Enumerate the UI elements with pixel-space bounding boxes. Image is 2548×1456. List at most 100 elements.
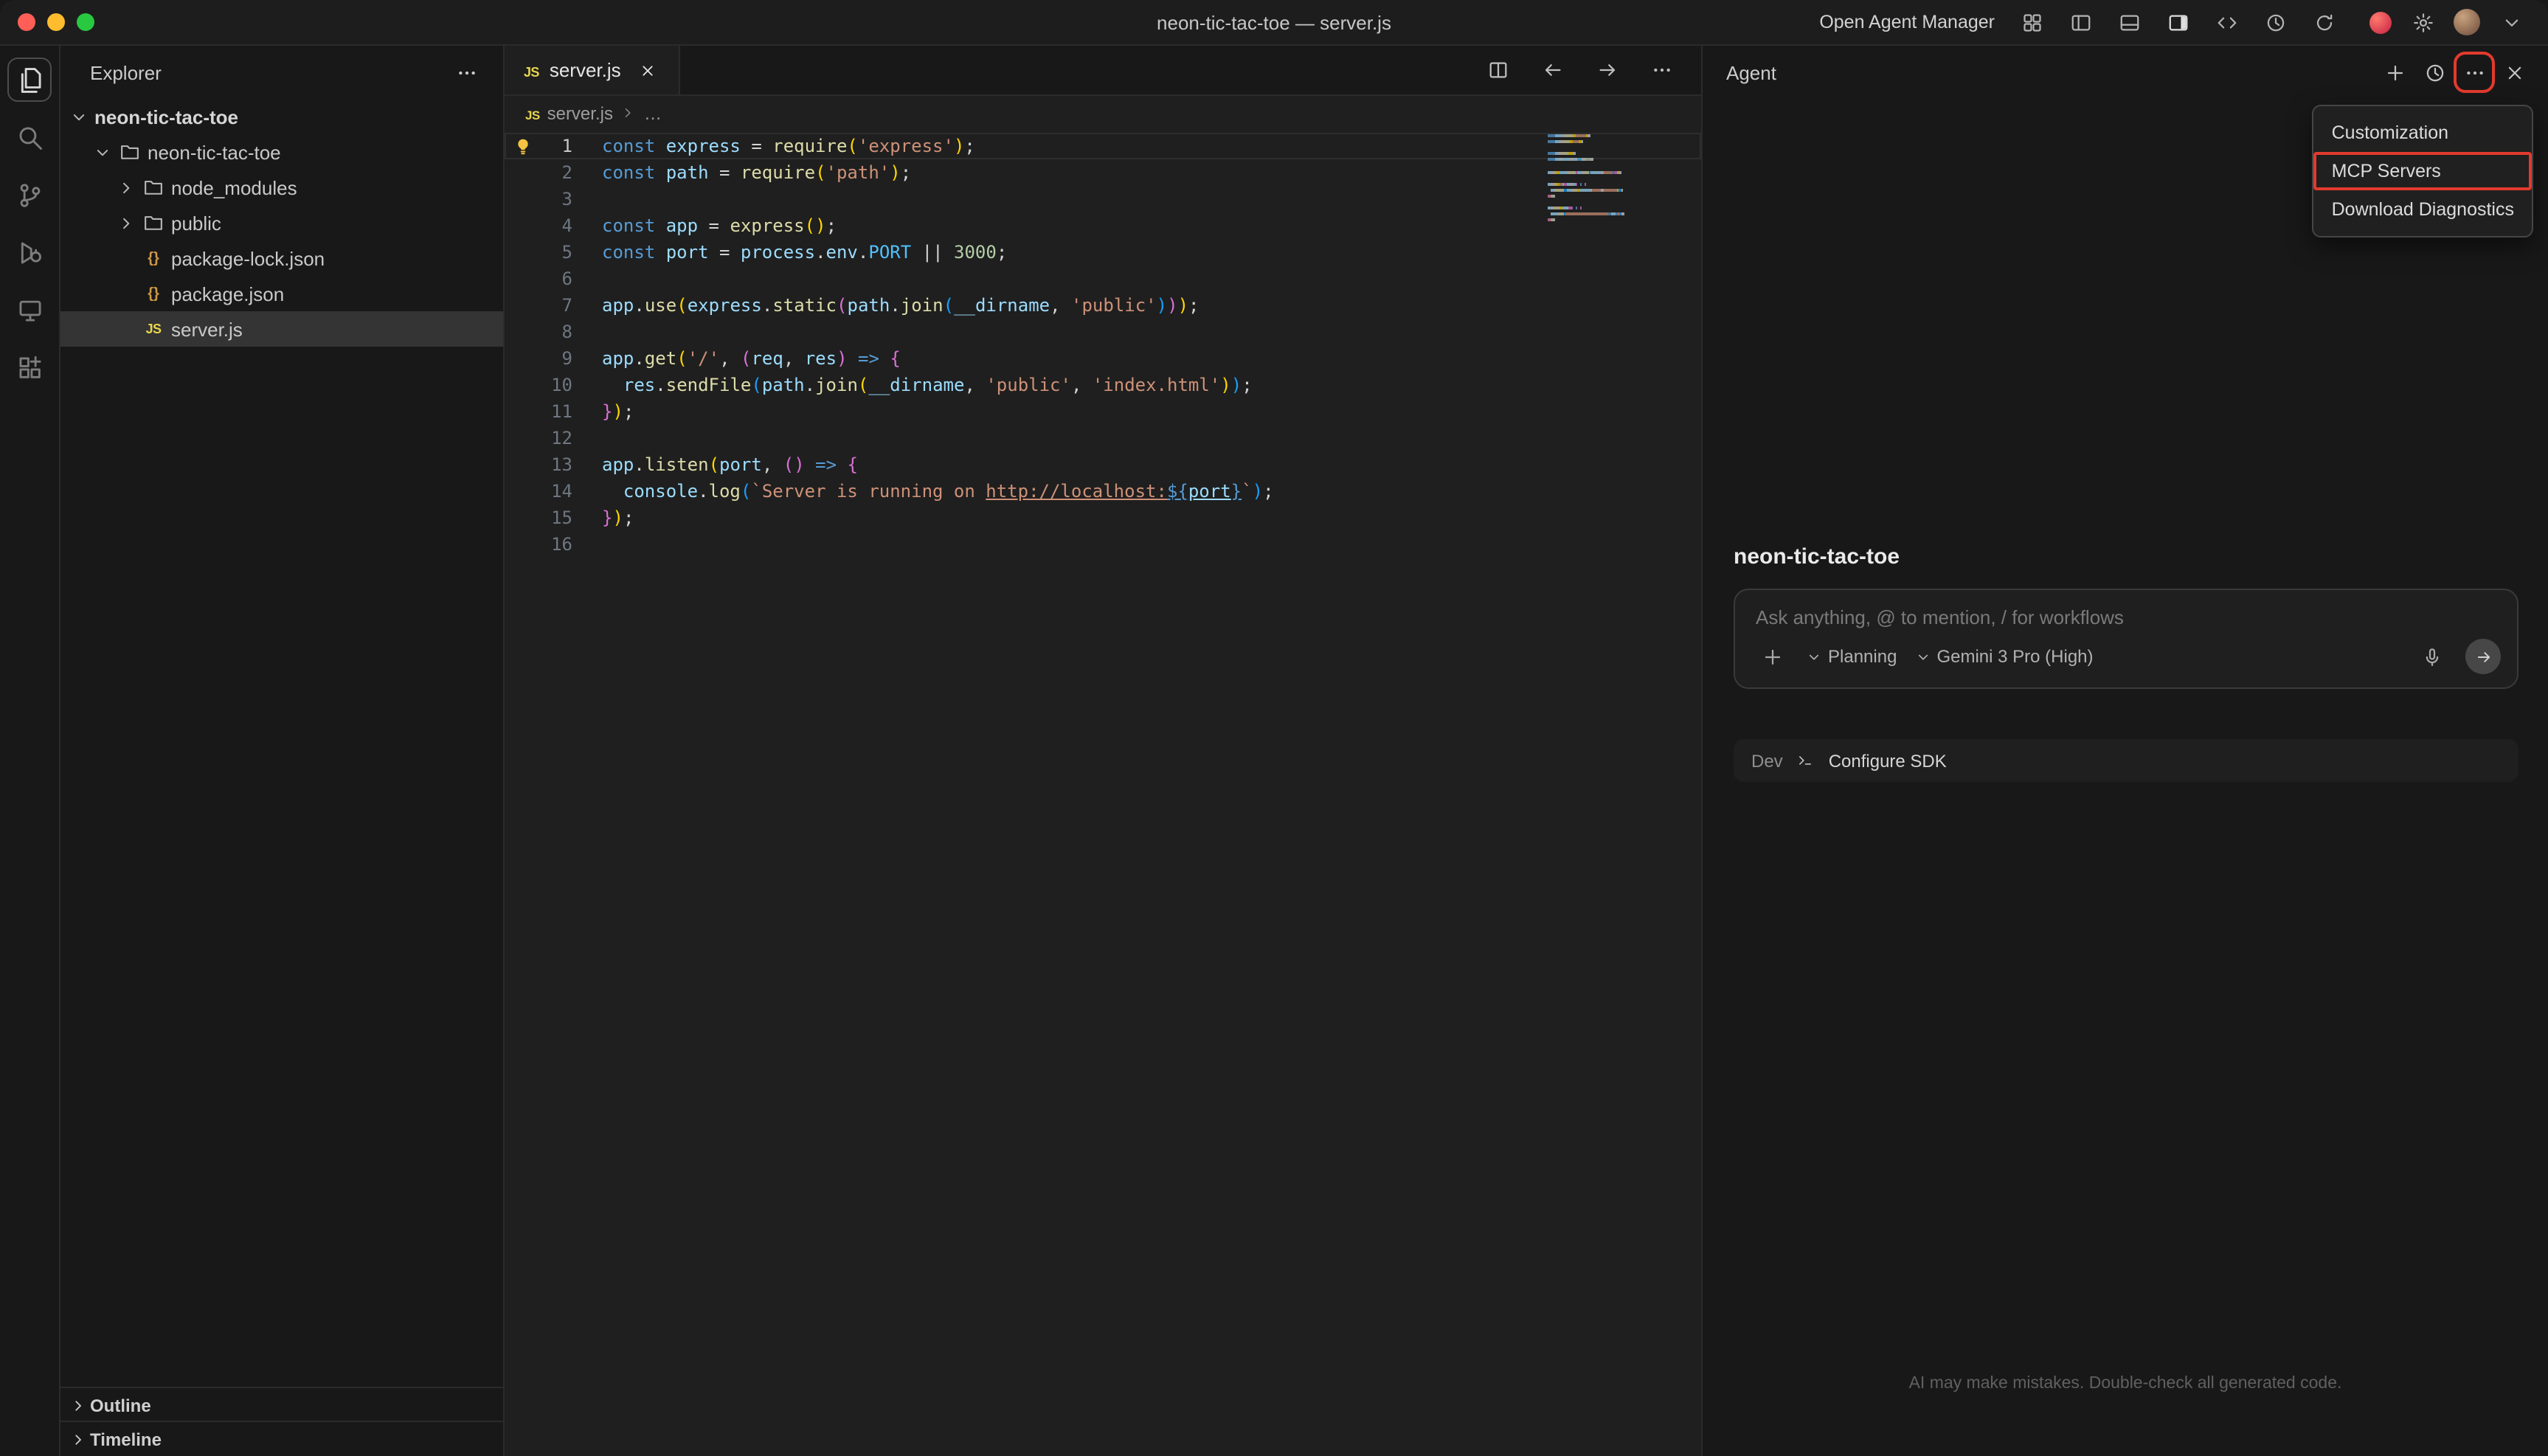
breadcrumb-file[interactable]: server.js [547, 103, 613, 123]
tree-item-label: package.json [171, 282, 284, 305]
minimize-window-button[interactable] [47, 13, 65, 31]
menu-item-download-diagnostics[interactable]: Download Diagnostics [2314, 190, 2532, 229]
code-line-6[interactable]: 6 [505, 266, 1701, 292]
code-line-13[interactable]: 13app.listen(port, () => { [505, 451, 1701, 478]
minimap-line [1548, 146, 1645, 149]
agent-more-actions-button[interactable] [2458, 56, 2490, 89]
send-button[interactable] [2465, 639, 2501, 674]
editor-more-actions-button[interactable] [1645, 54, 1678, 86]
activity-bar-run-and-debug[interactable] [7, 230, 52, 274]
breadcrumb-more[interactable]: … [644, 103, 662, 123]
folder-icon [139, 212, 168, 233]
chat-composer[interactable]: Ask anything, @ to mention, / for workfl… [1734, 589, 2518, 689]
panel-bottom-icon[interactable] [2113, 6, 2145, 38]
model-selector-label: Gemini 3 Pro (High) [1936, 646, 2093, 667]
json-file-icon: {} [139, 250, 168, 266]
chat-history-button[interactable] [2418, 56, 2451, 89]
code-line-11[interactable]: 11}); [505, 398, 1701, 425]
chevron-down-icon[interactable] [2495, 6, 2527, 38]
breadcrumb[interactable]: JS server.js … [505, 96, 1701, 130]
activity-bar-extensions[interactable] [7, 345, 52, 389]
section-outline[interactable]: Outline [60, 1387, 503, 1422]
new-chat-button[interactable] [2378, 56, 2411, 89]
code-line-16[interactable]: 16 [505, 531, 1701, 558]
code-line-15[interactable]: 15}); [505, 505, 1701, 531]
composer-controls: Planning Gemini 3 Pro (High) [1756, 639, 2501, 674]
chevron-right-icon [114, 213, 139, 232]
agent-panel-title: Agent [1726, 61, 1776, 83]
minimap-line [1548, 225, 1645, 228]
agent-header-actions [2378, 56, 2530, 89]
refresh-icon[interactable] [2308, 6, 2340, 38]
tree-item-label: neon-tic-tac-toe [148, 141, 281, 163]
close-tab-button[interactable] [631, 54, 664, 86]
split-editor-button[interactable] [1481, 54, 1514, 86]
panel-left-icon[interactable] [2064, 6, 2097, 38]
explorer-more-actions-button[interactable] [450, 56, 482, 89]
code-icon[interactable] [2210, 6, 2243, 38]
folder-icon [139, 177, 168, 198]
navigate-back-button[interactable] [1536, 54, 1568, 86]
activity-bar-explorer[interactable] [7, 58, 52, 102]
panel-right-icon[interactable] [2161, 6, 2194, 38]
file-tree: neon-tic-tac-toe neon-tic-tac-toe node_mod… [60, 99, 503, 347]
menu-item-customization[interactable]: Customization [2314, 114, 2532, 152]
close-window-button[interactable] [18, 13, 35, 31]
minimap[interactable] [1548, 134, 1645, 231]
activity-bar-search[interactable] [7, 115, 52, 159]
code-line-9[interactable]: 9app.get('/', (req, res) => { [505, 345, 1701, 372]
tab-server-js[interactable]: JS server.js [505, 46, 680, 94]
code-line-10[interactable]: 10 res.sendFile(path.join(__dirname, 'pu… [505, 372, 1701, 398]
code-line-12[interactable]: 12 [505, 425, 1701, 451]
code-line-2[interactable]: 2const path = require('path'); [505, 159, 1701, 186]
dev-badge: Dev [1751, 750, 1783, 771]
close-agent-panel-button[interactable] [2498, 56, 2530, 89]
code-line-8[interactable]: 8 [505, 319, 1701, 345]
chevron-down-icon [1914, 648, 1931, 665]
tree-item-package-json[interactable]: {}package.json [60, 276, 503, 311]
user-avatar[interactable] [2454, 9, 2480, 35]
line-number: 7 [540, 292, 572, 319]
chat-input[interactable]: Ask anything, @ to mention, / for workfl… [1756, 606, 2501, 628]
code-line-1[interactable]: 1const express = require('express'); [505, 133, 1701, 159]
tree-item-label: public [171, 212, 221, 234]
code-line-7[interactable]: 7app.use(express.static(path.join(__dirn… [505, 292, 1701, 319]
chevron-down-icon [66, 107, 91, 126]
attach-context-button[interactable] [1756, 640, 1788, 673]
history-icon[interactable] [2259, 6, 2291, 38]
app-logo-icon[interactable] [2369, 11, 2392, 33]
activity-bar-remote-explorer[interactable] [7, 288, 52, 332]
model-selector[interactable]: Gemini 3 Pro (High) [1914, 646, 2093, 667]
tree-item-node-modules[interactable]: node_modules [60, 170, 503, 205]
window-controls [18, 0, 94, 44]
code-editor[interactable]: 1const express = require('express');2con… [505, 130, 1701, 1456]
section-timeline[interactable]: Timeline [60, 1421, 503, 1456]
configure-sdk-row[interactable]: Dev Configure SDK [1734, 739, 2518, 782]
code-line-5[interactable]: 5const port = process.env.PORT || 3000; [505, 239, 1701, 266]
explorer-sidebar: Explorer neon-tic-tac-toeneon-tic-tac-to… [60, 46, 505, 1456]
folder-icon [115, 142, 145, 162]
tree-item-server-js[interactable]: JSserver.js [60, 311, 503, 347]
tree-item-public[interactable]: public [60, 205, 503, 240]
tree-item-neon-tic-tac-toe[interactable]: neon-tic-tac-toe [60, 99, 503, 134]
mode-selector-label: Planning [1828, 646, 1897, 667]
application-window: neon-tic-tac-toe — server.js Open Agent … [0, 0, 2548, 1456]
minimap-line [1548, 212, 1645, 215]
lightbulb-icon[interactable] [505, 136, 540, 156]
gear-icon[interactable] [2406, 6, 2439, 38]
tree-item-neon-tic-tac-toe[interactable]: neon-tic-tac-toe [60, 134, 503, 170]
code-line-14[interactable]: 14 console.log(`Server is running on htt… [505, 478, 1701, 505]
workspace-heading: neon-tic-tac-toe [1734, 544, 1900, 569]
zoom-window-button[interactable] [77, 13, 94, 31]
layout-grid-icon[interactable] [2015, 6, 2048, 38]
code-line-4[interactable]: 4const app = express(); [505, 212, 1701, 239]
ai-disclaimer: AI may make mistakes. Double-check all g… [1703, 1375, 2548, 1393]
code-line-3[interactable]: 3 [505, 186, 1701, 212]
mode-selector[interactable]: Planning [1806, 646, 1897, 667]
navigate-forward-button[interactable] [1590, 54, 1623, 86]
open-agent-manager-button[interactable]: Open Agent Manager [1819, 12, 1995, 32]
voice-input-button[interactable] [2415, 640, 2448, 673]
activity-bar-source-control[interactable] [7, 173, 52, 217]
menu-item-mcp-servers[interactable]: MCP Servers [2314, 152, 2532, 190]
tree-item-package-lock-json[interactable]: {}package-lock.json [60, 240, 503, 276]
